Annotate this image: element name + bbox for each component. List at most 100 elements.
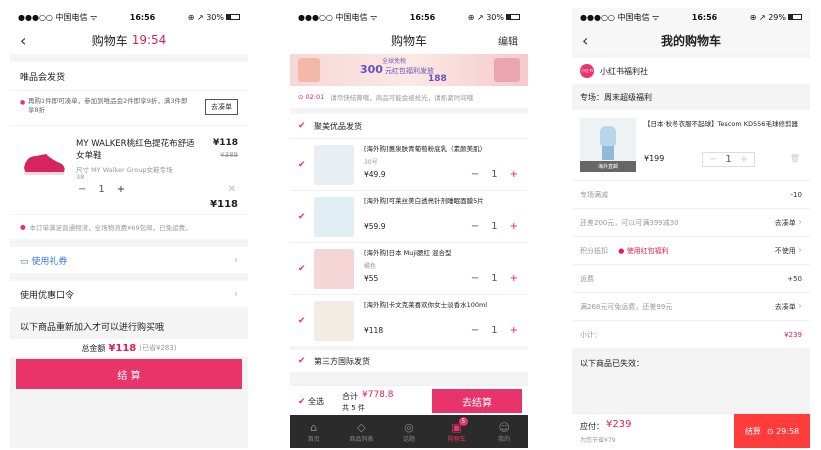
shop-header[interactable]: 小红书 小红书福利社 (572, 58, 810, 84)
summary-row[interactable]: 积分抵扣 ● 使用红包福利 不使用 › (572, 236, 810, 264)
nav-bar: ‹ 购物车 19:54 (10, 26, 248, 54)
minus-button[interactable]: − (471, 221, 479, 232)
product-image (314, 249, 354, 289)
clock: 16:56 (409, 12, 436, 22)
minus-button[interactable]: − (709, 154, 717, 165)
chevron-right-icon: › (798, 301, 802, 312)
row-label: 满268元可免运费，还差99元 (580, 302, 673, 311)
status-bar: ●●●○○ 中国电信 ᯤ 16:56 ⊕ ↗ 30% (10, 8, 248, 26)
screen-vip-cart: ●●●○○ 中国电信 ᯤ 16:56 ⊕ ↗ 30% ‹ 购物车 19:54 唯… (10, 8, 248, 448)
summary-row: 专场满减 -10 (572, 180, 810, 208)
quantity-stepper[interactable]: − 1 + (702, 152, 756, 167)
minus-button[interactable]: − (471, 273, 479, 284)
item-name[interactable]: [海外购]卡文克莱喜欢你女士淡香水100ml (364, 301, 522, 310)
coupon-row[interactable]: ▭ 使用礼券 › (10, 247, 248, 273)
group-header-1: ✔ 聚美优品发货 (290, 114, 528, 138)
plus-button[interactable]: + (740, 154, 748, 165)
delete-icon[interactable]: ✕ (228, 184, 236, 195)
summary-row[interactable]: 还差200元，可以可满399减30 去凑单 › (572, 208, 810, 236)
promo-bar: ● 再购1件即可凑单，参加到唯品会2件即享9折，满3件即享8折 去凑单 (10, 91, 248, 125)
nav-bar: 购物车 编辑 (290, 26, 528, 54)
promo-text: 再购1件即可凑单，参加到唯品会2件即享9折，满3件即享8折 (28, 97, 188, 114)
carrier-label: ●●●○○ 中国电信 ᯤ (298, 12, 378, 22)
check-icon[interactable]: ✔ (298, 212, 308, 222)
minus-button[interactable]: − (471, 325, 479, 336)
quantity-stepper[interactable]: − 1 + (471, 221, 518, 232)
footer-bar: ✔ 全选 合计 ¥778.8 共 5 件 去结算 (290, 385, 528, 415)
item-price: ¥118 (364, 326, 384, 335)
row-value: 去凑单 (774, 303, 796, 311)
coupon-icon: ▭ (20, 256, 29, 267)
item-name[interactable]: 【日本·秋冬衣服不起球】Tescom KD556毛球修剪器 (644, 120, 802, 129)
row-label: 还差200元，可以可满399减30 (580, 218, 679, 227)
checkout-button[interactable]: 结算 ⊙ 29:58 (734, 414, 810, 448)
red-packet-label: 使用红包福利 (626, 246, 669, 255)
tab-bar: ⌂ 首页 ◇ 商品列表 ◎ 话题 ▣ 购物车 5 ☺ 我的 (290, 415, 528, 448)
item-name[interactable]: [海外购]日本 Muji腮红 混合型 (364, 249, 522, 258)
pay-label: 应付： (580, 422, 604, 431)
red-packet-badge: ● 使用红包福利 (618, 246, 669, 255)
shipping-notice: ● 本订单满足普通物流，全场物流费¥69包邮，已免运费。 (10, 215, 248, 239)
countdown-timer: 19:54 (131, 33, 167, 47)
nav-bar: ‹ 我的购物车 (572, 26, 810, 54)
plus-button[interactable]: + (510, 273, 518, 284)
screen-xiaohongshu-cart: ●●●○○ 中国电信 ᯤ 16:56 ⊕ ↗ 29% ‹ 我的购物车 小红书 小… (572, 8, 810, 448)
promo-banner[interactable]: 全球免税 300 元红包福利发放 188 (290, 54, 528, 86)
summary-rows: 专场满减 -10 还差200元，可以可满399减30 去凑单 › 积分抵扣 ● 使用红包… (572, 180, 810, 348)
total-bar: 总金额 ¥118 (已省¥283) (10, 339, 248, 357)
plus-button[interactable]: + (510, 169, 518, 180)
item-variant: 橘色 (364, 263, 377, 270)
list-item: ✔ [海外购]日本 Muji腮红 混合型 橘色 ¥55 − 1 + (290, 242, 528, 294)
minus-button[interactable]: − (471, 169, 479, 180)
quantity-stepper[interactable]: − 1 + (471, 273, 518, 284)
edit-button[interactable]: 编辑 (498, 33, 518, 48)
row-label: 专场满减 (580, 190, 608, 199)
item-original-price: ¥389 (220, 151, 238, 159)
page-title: 购物车 (91, 33, 128, 48)
row-label: 小计： (580, 330, 601, 339)
summary-row[interactable]: 满268元可免运费，还差99元 去凑单 › (572, 292, 810, 320)
row-value: -10 (790, 190, 802, 199)
tab-cart[interactable]: ▣ 购物车 5 (433, 415, 481, 448)
plus-button[interactable]: + (510, 221, 518, 232)
tab-topic[interactable]: ◎ 话题 (385, 415, 433, 448)
item-name[interactable]: [海外购]可莱丝美白透亮针剂睡眠面膜5片 (364, 197, 522, 206)
checkout-button[interactable]: 去结算 (432, 389, 522, 413)
section-title: 唯品会发货 (20, 72, 66, 83)
plus-button[interactable]: + (117, 184, 125, 195)
tab-profile[interactable]: ☺ 我的 (480, 415, 528, 448)
check-icon[interactable]: ✔ (298, 160, 308, 170)
back-icon[interactable]: ‹ (20, 31, 26, 50)
check-icon[interactable]: ✔ (298, 121, 308, 131)
status-bar: ●●●○○ 中国电信 ᯤ 16:56 ⊕ ↗ 29% (572, 8, 810, 26)
tag-icon: ◇ (357, 420, 366, 434)
check-icon[interactable]: ✔ (298, 264, 308, 274)
tab-label: 话题 (402, 435, 415, 443)
pay-total: ¥239 (606, 419, 632, 430)
saved-note: 为您节省¥79 (580, 437, 616, 444)
select-all[interactable]: ✔ 全选 (298, 396, 324, 407)
tab-label: 我的 (498, 435, 511, 443)
check-icon[interactable]: ✔ (298, 356, 308, 366)
tab-home[interactable]: ⌂ 首页 (290, 415, 338, 448)
battery-label: ⊕ ↗ 30% (467, 12, 504, 22)
delete-icon[interactable]: 🗑 (790, 154, 800, 163)
summary-row: 小计： ¥239 (572, 320, 810, 348)
section-header: 唯品会发货 (10, 62, 248, 90)
item-name[interactable]: [海外购]蕙泉肤青葡萄粉底乳（素颜美肌） (364, 145, 522, 154)
quantity-stepper[interactable]: − 1 + (471, 169, 518, 180)
back-icon[interactable]: ‹ (582, 31, 588, 50)
item-price: ¥59.9 (364, 222, 386, 231)
tab-tag[interactable]: ◇ 商品列表 (338, 415, 386, 448)
plus-button[interactable]: + (510, 325, 518, 336)
promo-button[interactable]: 去凑单 (205, 99, 238, 115)
item-name[interactable]: MY WALKER桃红色提花布舒适女单鞋 (76, 138, 196, 162)
quantity-stepper[interactable]: − 1 + (471, 325, 518, 336)
check-icon[interactable]: ✔ (298, 316, 308, 326)
item-price: ¥118 (212, 138, 238, 148)
checkout-button[interactable]: 结 算 (16, 359, 242, 389)
promo-code-row[interactable]: 使用优惠口令 › (10, 281, 248, 307)
quantity-stepper[interactable]: − 1 + (78, 184, 125, 195)
minus-button[interactable]: − (78, 184, 86, 195)
select-all-label: 全选 (308, 397, 324, 406)
